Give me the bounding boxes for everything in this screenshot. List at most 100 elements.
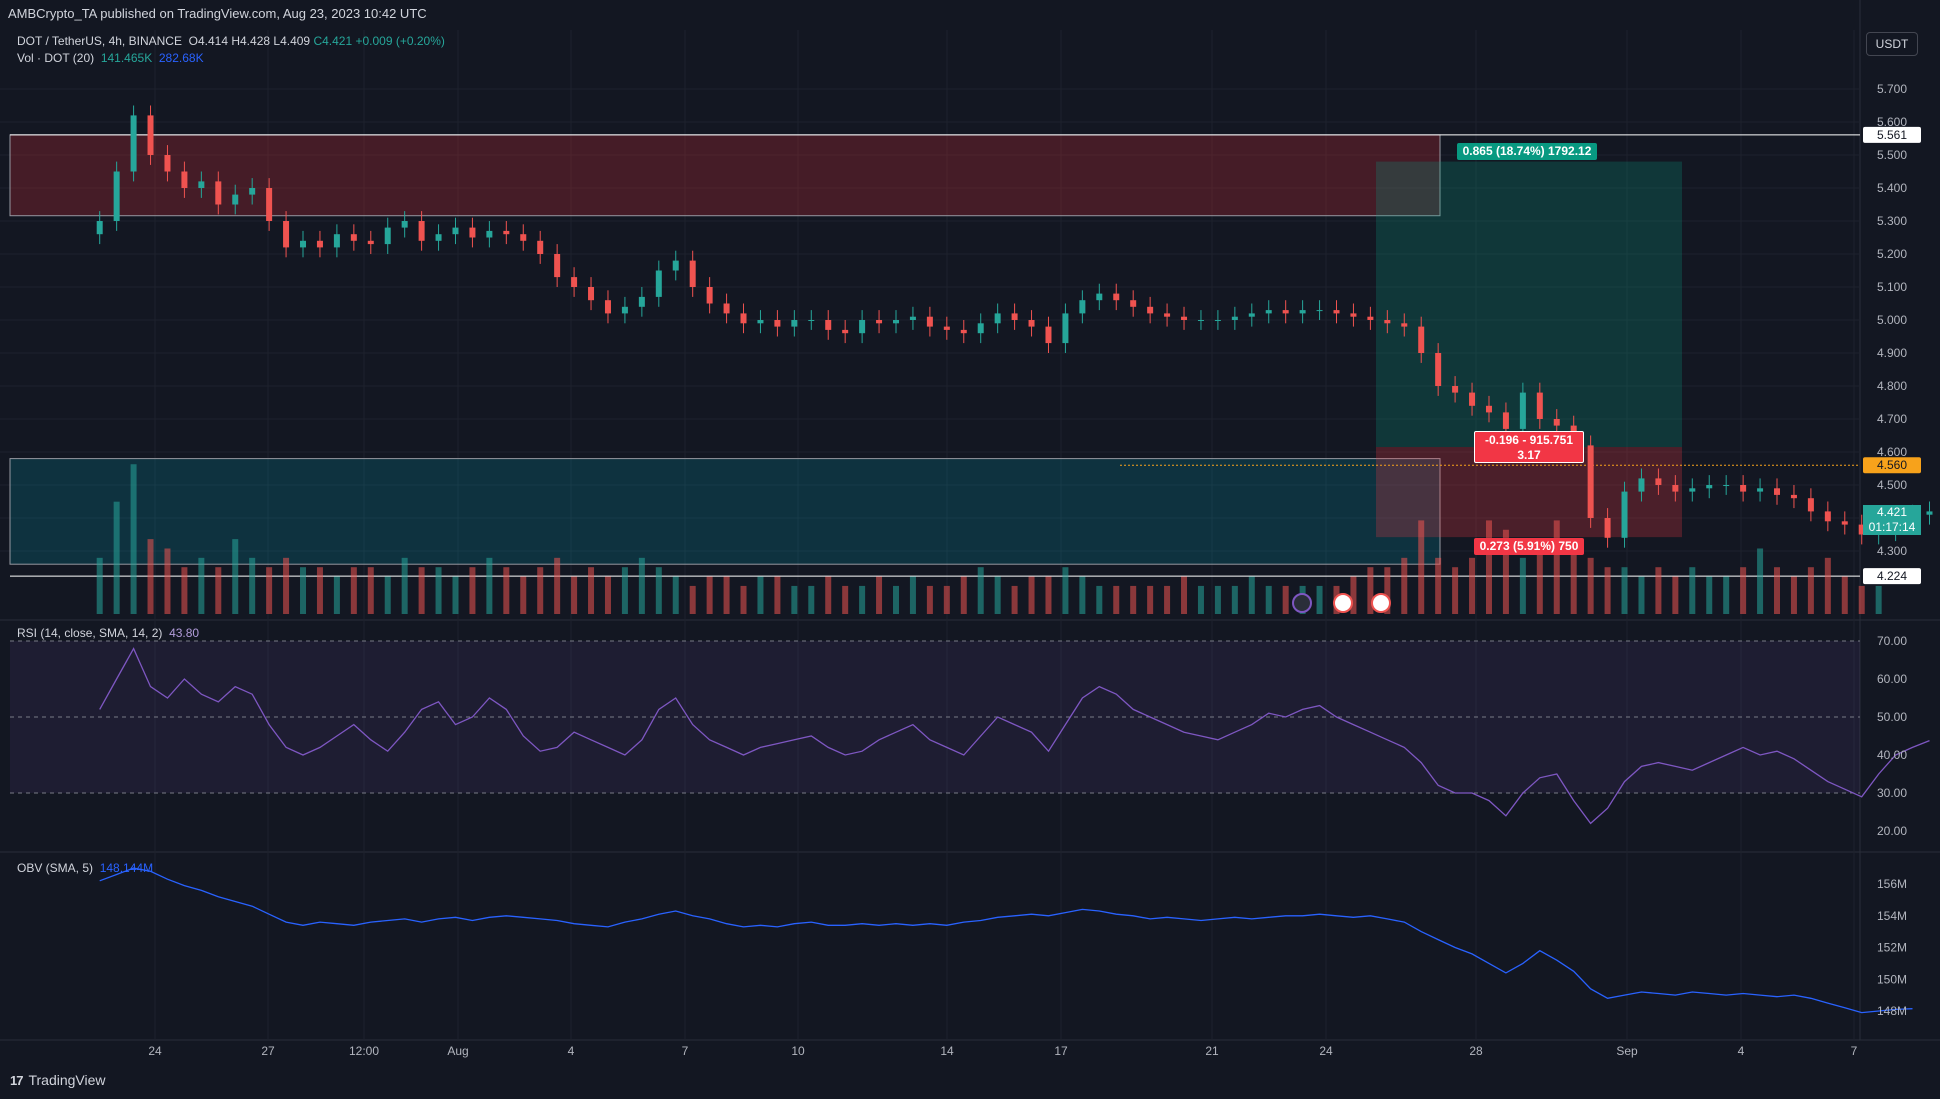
candle-body xyxy=(486,230,493,238)
ohlc-open: O4.414 xyxy=(188,34,228,48)
candle-body xyxy=(1587,445,1594,518)
obv-label[interactable]: OBV (SMA, 5) xyxy=(17,861,93,875)
price-tick-label: 4.800 xyxy=(1877,379,1907,393)
time-tick-label: 4 xyxy=(568,1044,575,1058)
time-tick-label: Sep xyxy=(1616,1044,1638,1058)
tradingview-logo-icon: 17 xyxy=(10,1072,24,1088)
candle-body xyxy=(1333,310,1340,314)
obv-tick-label: 154M xyxy=(1877,909,1907,923)
volume-bar xyxy=(333,576,340,614)
time-tick-label: 17 xyxy=(1054,1044,1068,1058)
candle-body xyxy=(520,234,527,241)
volume-bar xyxy=(520,576,527,614)
time-tick-label: 21 xyxy=(1205,1044,1219,1058)
target-label[interactable]: 0.865 (18.74%) 1792.12 xyxy=(1457,143,1597,160)
time-tick-label: 27 xyxy=(261,1044,275,1058)
time-tick-label: 4 xyxy=(1738,1044,1745,1058)
volume-bar xyxy=(1045,576,1052,614)
candle-body xyxy=(1265,310,1272,314)
volume-bar xyxy=(1181,576,1188,614)
volume-bar xyxy=(384,576,391,614)
price-tick-label: 5.100 xyxy=(1877,280,1907,294)
economic-event-icon xyxy=(1371,593,1391,613)
candle-body xyxy=(367,240,374,245)
volume-bar xyxy=(1113,585,1120,614)
volume-bar xyxy=(1723,576,1730,614)
volume-bar xyxy=(181,567,188,614)
volume-bar xyxy=(249,557,256,614)
volume-bar xyxy=(554,557,561,614)
rsi-tick-label: 40.00 xyxy=(1877,748,1907,762)
candle-body xyxy=(283,221,290,248)
price-marker-label: 5.561 xyxy=(1877,128,1907,142)
symbol-title[interactable]: DOT / TetherUS, 4h, BINANCE xyxy=(17,34,182,48)
time-tick-label: Aug xyxy=(447,1044,468,1058)
candle-body xyxy=(638,296,645,307)
candle-body xyxy=(1672,485,1679,492)
volume-bar xyxy=(672,576,679,614)
chart-canvas: 5.7005.6005.5005.4005.3005.2005.1005.000… xyxy=(0,0,1940,1058)
volume-bar xyxy=(1604,567,1611,614)
candle-body xyxy=(554,254,561,278)
candle-body xyxy=(1841,521,1848,525)
entry-label[interactable]: -0.196 - 915.751 3.17 xyxy=(1474,431,1584,463)
volume-bar xyxy=(1231,585,1238,614)
volume-bar xyxy=(757,576,764,614)
volume-bar xyxy=(96,557,103,614)
time-tick-label: 7 xyxy=(682,1044,689,1058)
candle-body xyxy=(1435,353,1442,386)
candle-body xyxy=(1130,300,1137,307)
candle-body xyxy=(1502,412,1509,429)
candle-body xyxy=(452,227,459,235)
volume-bar xyxy=(774,576,781,614)
volume-bar xyxy=(452,576,459,614)
price-marker-label: 4.560 xyxy=(1877,458,1907,472)
volume-legend: Vol · DOT (20) 141.465K 282.68K xyxy=(17,51,204,65)
candle-body xyxy=(825,320,832,330)
candle-body xyxy=(1723,485,1730,486)
rsi-label[interactable]: RSI (14, close, SMA, 14, 2) xyxy=(17,626,162,640)
volume-bar xyxy=(1062,567,1069,614)
rsi-tick-label: 50.00 xyxy=(1877,710,1907,724)
volume-bar xyxy=(1485,520,1492,614)
price-tick-label: 4.600 xyxy=(1877,445,1907,459)
candle-body xyxy=(215,181,222,205)
volume-bar xyxy=(588,567,595,614)
stop-label[interactable]: 0.273 (5.91%) 750 xyxy=(1474,538,1584,555)
price-tick-label: 5.000 xyxy=(1877,313,1907,327)
candle-body xyxy=(876,320,883,324)
candle-body xyxy=(503,230,510,235)
volume-bar xyxy=(1147,585,1154,614)
volume-bar xyxy=(435,567,442,614)
candle-body xyxy=(1824,511,1831,522)
volume-bar xyxy=(1282,585,1289,614)
candle-body xyxy=(1485,405,1492,413)
volume-bar xyxy=(1130,585,1137,614)
currency-button[interactable]: USDT xyxy=(1866,32,1918,56)
candle-body xyxy=(808,320,815,321)
volume-bar xyxy=(960,576,967,614)
candle-body xyxy=(1774,488,1781,495)
candle-body xyxy=(1028,320,1035,327)
candle-body xyxy=(926,316,933,327)
time-tick-label: 28 xyxy=(1469,1044,1483,1058)
candle-body xyxy=(1147,306,1154,314)
volume-bar xyxy=(1469,557,1476,614)
tradingview-logo[interactable]: 17 TradingView xyxy=(10,1072,106,1088)
volume-bar xyxy=(808,585,815,614)
candle-body xyxy=(1689,488,1696,492)
candle-body xyxy=(571,277,578,287)
entry-label-line1: -0.196 - 915.751 xyxy=(1484,433,1574,447)
symbol-legend: DOT / TetherUS, 4h, BINANCE O4.414 H4.42… xyxy=(17,34,445,48)
volume-bar xyxy=(316,567,323,614)
ohlc-low: L4.409 xyxy=(273,34,311,48)
publisher-line: AMBCrypto_TA published on TradingView.co… xyxy=(8,6,427,21)
candle-body xyxy=(418,221,425,241)
volume-label[interactable]: Vol · DOT (20) xyxy=(17,51,94,65)
volume-value: 141.465K xyxy=(100,51,153,65)
volume-bar xyxy=(842,585,849,614)
candle-body xyxy=(1807,498,1814,512)
price-tick-label: 4.900 xyxy=(1877,346,1907,360)
candle-body xyxy=(774,320,781,327)
volume-bar xyxy=(537,567,544,614)
